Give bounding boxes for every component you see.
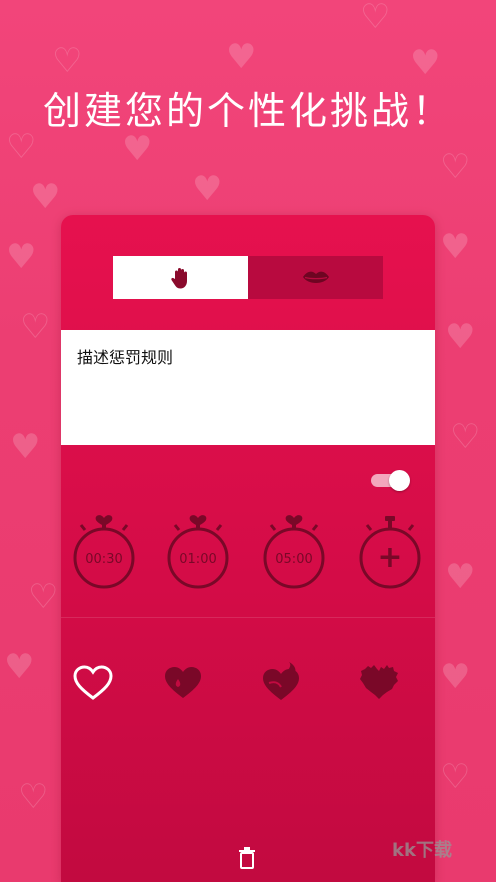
background-heart-icon: ♥ [30, 177, 61, 217]
background-heart-icon: ♥ [445, 557, 476, 597]
background-heart-icon: ♡ [440, 757, 471, 797]
tab-dare[interactable] [113, 256, 248, 299]
background-heart-icon: ♥ [6, 237, 37, 277]
intensity-option-1[interactable] [71, 661, 115, 705]
background-heart-icon: ♡ [20, 307, 51, 347]
intensity-option-2[interactable] [161, 661, 205, 705]
option-toggle[interactable] [369, 468, 411, 492]
background-heart-icon: ♥ [440, 657, 471, 697]
timer-add-custom[interactable]: + [357, 508, 423, 598]
delete-button[interactable] [236, 846, 258, 870]
heart-outline-icon [73, 665, 113, 700]
timer-option-30s[interactable]: 00:30 [71, 508, 137, 598]
background-heart-icon: ♥ [440, 227, 471, 267]
background-heart-icon: ♥ [226, 37, 257, 77]
background-heart-icon: ♡ [28, 577, 59, 617]
challenge-card: 描述惩罚规则 00:30 01:00 05:00 + [61, 215, 435, 882]
tab-kiss[interactable] [248, 256, 383, 299]
background-heart-icon: ♥ [192, 169, 223, 209]
mode-selector [113, 256, 383, 299]
description-input[interactable]: 描述惩罚规则 [61, 330, 435, 445]
background-heart-icon: ♡ [6, 127, 37, 167]
timer-label: 00:30 [85, 552, 123, 567]
page-title: 创建您的个性化挑战！ [42, 89, 453, 133]
heart-flame-icon [263, 662, 299, 700]
background-heart-icon: ♥ [122, 129, 153, 169]
timer-label: 01:00 [179, 552, 217, 567]
timer-add-label: + [377, 540, 403, 575]
background-heart-icon: ♡ [450, 417, 481, 457]
heart-spiky-icon [360, 665, 398, 699]
timer-label: 05:00 [275, 552, 313, 567]
description-placeholder: 描述惩罚规则 [77, 348, 174, 367]
intensity-option-4[interactable] [357, 661, 401, 705]
hand-icon [170, 267, 187, 288]
timer-option-1m[interactable]: 01:00 [165, 508, 231, 598]
toggle-knob [389, 470, 410, 491]
background-heart-icon: ♥ [445, 317, 476, 357]
lips-icon [302, 271, 329, 283]
timer-option-5m[interactable]: 05:00 [261, 508, 327, 598]
background-heart-icon: ♡ [52, 41, 83, 81]
background-heart-icon: ♡ [360, 0, 391, 37]
intensity-option-3[interactable] [259, 661, 303, 705]
background-heart-icon: ♥ [4, 647, 35, 687]
background-heart-icon: ♡ [440, 147, 471, 187]
heart-drop-icon [165, 667, 201, 698]
background-heart-icon: ♥ [10, 427, 41, 467]
section-divider [61, 617, 435, 618]
watermark: kk下载 [392, 840, 452, 861]
background-heart-icon: ♥ [410, 43, 441, 83]
trash-icon [239, 847, 255, 869]
